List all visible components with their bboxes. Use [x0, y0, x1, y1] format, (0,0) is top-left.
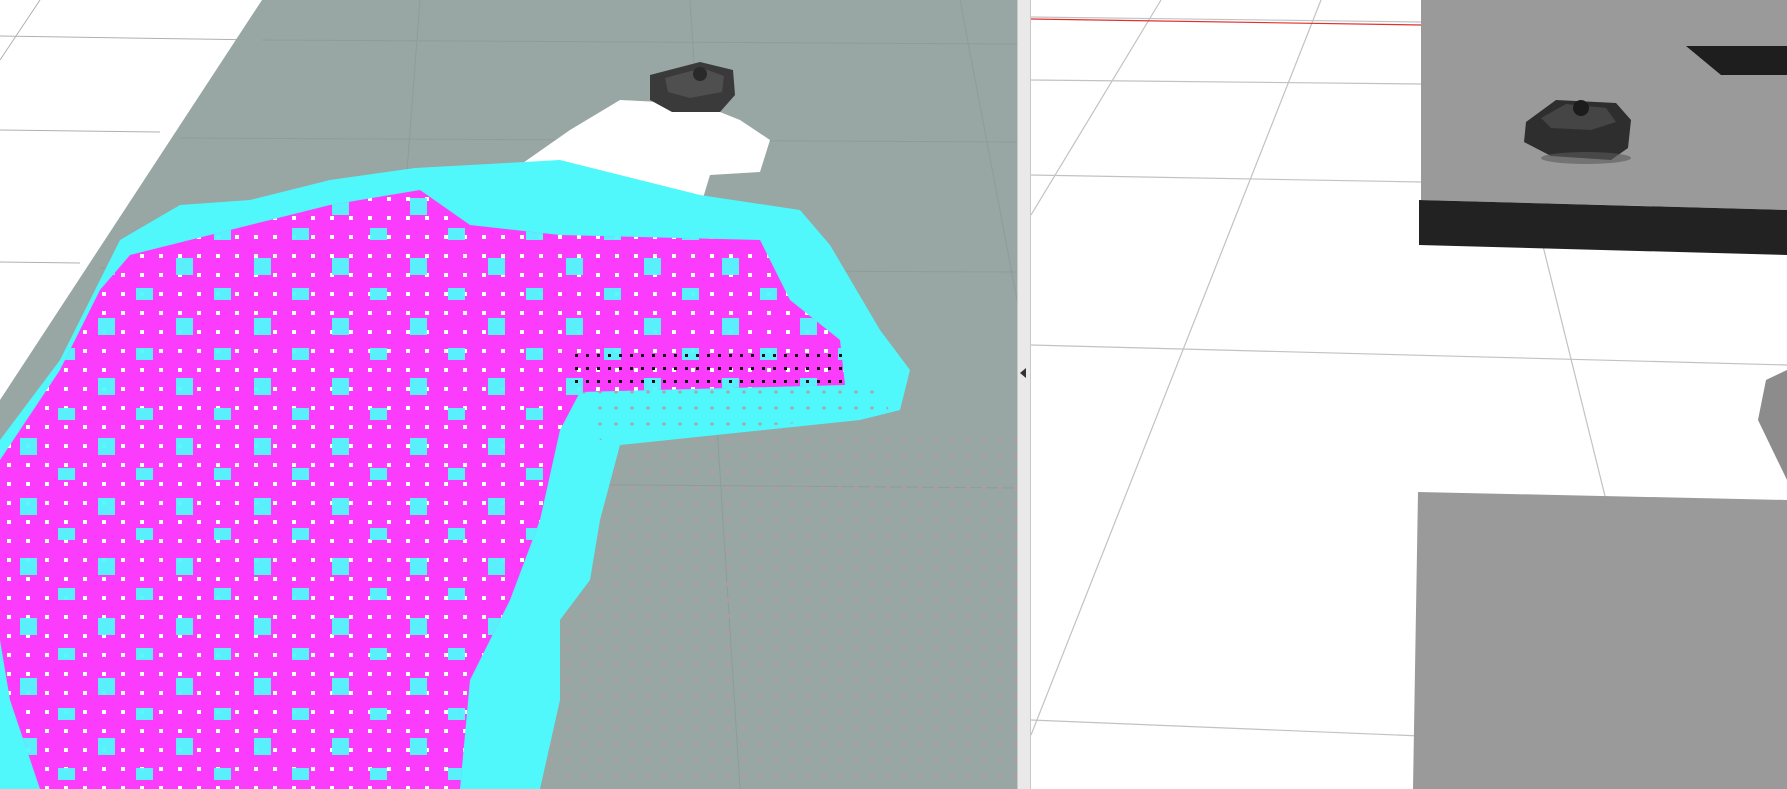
rviz-scene	[0, 0, 1017, 789]
rviz-3d-viewport[interactable]	[0, 0, 1017, 789]
gazebo-3d-viewport[interactable]	[1031, 0, 1787, 789]
view-splitter[interactable]	[1017, 0, 1031, 789]
laser-scan-points	[575, 345, 850, 387]
obstacle-box-bottom	[1413, 492, 1787, 789]
collapse-arrow-icon[interactable]	[1020, 368, 1026, 378]
gazebo-scene	[1031, 0, 1787, 789]
unknown-dots	[540, 430, 1017, 789]
